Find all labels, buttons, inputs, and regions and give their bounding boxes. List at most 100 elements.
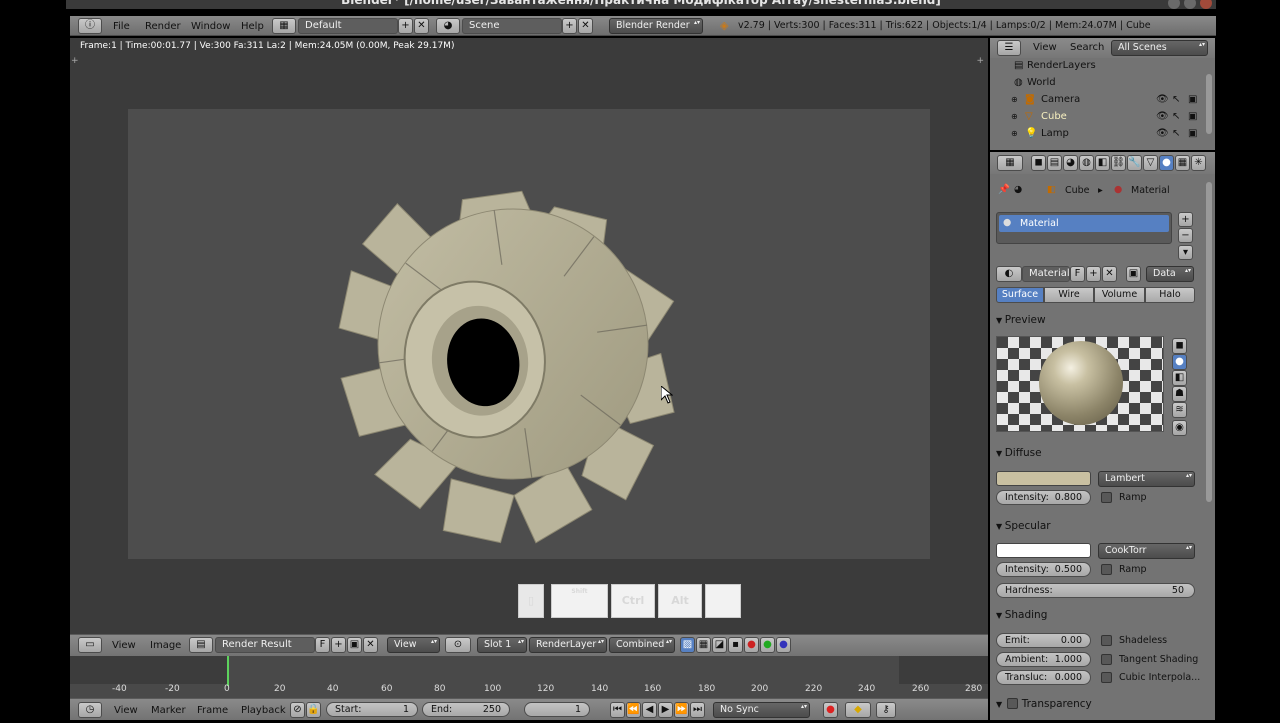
red-channel-icon[interactable]: ● bbox=[744, 637, 759, 653]
scene-tab-icon[interactable]: ◕ bbox=[1063, 155, 1078, 171]
particles-tab-icon[interactable]: ✳ bbox=[1191, 155, 1206, 171]
material-slot-list[interactable]: ● Material bbox=[996, 212, 1172, 244]
new-image-icon[interactable]: + bbox=[331, 637, 346, 653]
preview-world-sphere-icon[interactable]: ◉ bbox=[1172, 420, 1187, 436]
current-frame-marker[interactable] bbox=[227, 656, 229, 686]
start-frame-field[interactable]: Start: 1 bbox=[326, 702, 418, 717]
menu-window[interactable]: Window bbox=[191, 18, 230, 37]
image-name-field[interactable]: Render Result bbox=[215, 637, 315, 653]
insert-keyframe-icon[interactable]: ⚷ bbox=[876, 702, 896, 718]
image-editor[interactable]: Frame:1 | Time:00:01.77 | Ve:300 Fa:311 … bbox=[70, 38, 988, 634]
constraints-tab-icon[interactable]: ⛓ bbox=[1111, 155, 1126, 171]
scene-icon[interactable]: ◕ bbox=[436, 18, 460, 34]
panel-specular-header[interactable]: Specular bbox=[996, 520, 1051, 532]
preview-sphere-icon[interactable]: ● bbox=[1172, 354, 1187, 370]
outliner-scrollbar[interactable] bbox=[1206, 74, 1212, 134]
material-name-field[interactable]: Material bbox=[1022, 266, 1070, 282]
slot-specials-icon[interactable]: ▾ bbox=[1178, 245, 1193, 260]
preview-monkey-icon[interactable]: ☗ bbox=[1172, 386, 1187, 402]
diffuse-shader-dropdown[interactable]: Lambert bbox=[1098, 471, 1195, 487]
visibility-eye-icon[interactable]: 👁 bbox=[1156, 91, 1169, 108]
outliner-item-cube[interactable]: ⊕ ▽ Cube 👁 ↖ ▣ bbox=[990, 108, 1204, 125]
menu-help[interactable]: Help bbox=[241, 18, 264, 37]
screen-layout-field[interactable]: Default bbox=[298, 18, 398, 34]
select-arrow-icon[interactable]: ↖ bbox=[1172, 125, 1180, 142]
slot-dropdown[interactable]: Slot 1 bbox=[477, 637, 527, 653]
jump-end-icon[interactable]: ⏭ bbox=[690, 702, 705, 718]
pin-icon[interactable]: 📌 bbox=[998, 184, 1010, 195]
copy-material-icon[interactable]: ▣ bbox=[1126, 266, 1141, 282]
visibility-eye-icon[interactable]: 👁 bbox=[1156, 125, 1169, 142]
select-arrow-icon[interactable]: ↖ bbox=[1172, 91, 1180, 108]
tab-halo[interactable]: Halo bbox=[1145, 287, 1195, 303]
menu-search[interactable]: Search bbox=[1070, 39, 1104, 59]
add-layout-icon[interactable]: + bbox=[398, 18, 413, 34]
preview-cube-icon[interactable]: ◧ bbox=[1172, 370, 1187, 386]
keying-set-icon[interactable]: ◆ bbox=[845, 702, 871, 718]
render-engine-dropdown[interactable]: Blender Render bbox=[609, 18, 703, 34]
open-image-icon[interactable]: ▣ bbox=[347, 637, 362, 653]
editor-type-icon-properties[interactable]: ▦ bbox=[997, 155, 1023, 171]
tab-surface[interactable]: Surface bbox=[996, 287, 1044, 303]
green-channel-icon[interactable]: ● bbox=[760, 637, 775, 653]
editor-type-icon[interactable]: ⓘ bbox=[78, 18, 102, 34]
outliner-item-camera[interactable]: ⊕ ◙ Camera 👁 ↖ ▣ bbox=[990, 91, 1204, 108]
outliner-filter-dropdown[interactable]: All Scenes bbox=[1111, 40, 1208, 56]
tab-volume[interactable]: Volume bbox=[1094, 287, 1145, 303]
object-tab-icon[interactable]: ◧ bbox=[1095, 155, 1110, 171]
menu-render[interactable]: Render bbox=[145, 18, 181, 37]
view-mode-dropdown[interactable]: View bbox=[387, 637, 440, 653]
outliner-item-renderlayers[interactable]: ▤ RenderLayers bbox=[990, 57, 1204, 74]
panel-diffuse-header[interactable]: Diffuse bbox=[996, 447, 1042, 459]
pivot-icon[interactable]: ⊙ bbox=[445, 637, 471, 653]
remove-slot-icon[interactable]: − bbox=[1178, 228, 1193, 243]
translucency-slider[interactable]: Transluc: 0.000 bbox=[996, 670, 1091, 685]
add-scene-icon[interactable]: + bbox=[562, 18, 577, 34]
render-camera-icon[interactable]: ▣ bbox=[1188, 91, 1197, 108]
timeline-area[interactable]: -40 -20 0 20 40 60 80 100 120 140 160 18… bbox=[70, 656, 988, 698]
fake-user-button[interactable]: F bbox=[315, 637, 330, 653]
unlink-material-icon[interactable]: ✕ bbox=[1102, 266, 1117, 282]
cubic-interpolation-checkbox[interactable] bbox=[1101, 672, 1112, 683]
specular-intensity-slider[interactable]: Intensity: 0.500 bbox=[996, 562, 1091, 577]
render-layer-dropdown[interactable]: RenderLayer bbox=[529, 637, 607, 653]
expand-icon[interactable]: ⊕ bbox=[1011, 125, 1018, 142]
material-slot-item[interactable]: ● Material bbox=[999, 215, 1169, 232]
panel-preview-header[interactable]: Preview bbox=[996, 314, 1046, 326]
menu-image[interactable]: Image bbox=[150, 637, 181, 658]
menu-file[interactable]: File bbox=[113, 18, 130, 37]
preview-hair-icon[interactable]: ≋ bbox=[1172, 402, 1187, 418]
draw-alpha-icon[interactable]: ◪ bbox=[712, 637, 727, 653]
editor-type-icon-outliner[interactable]: ☰ bbox=[997, 40, 1021, 56]
data-tab-icon[interactable]: ▽ bbox=[1143, 155, 1158, 171]
blue-channel-icon[interactable]: ● bbox=[776, 637, 791, 653]
world-tab-icon[interactable]: ◍ bbox=[1079, 155, 1094, 171]
draw-zbuffer-icon[interactable]: ▪ bbox=[728, 637, 743, 653]
specular-ramp-checkbox[interactable] bbox=[1101, 564, 1112, 575]
specular-shader-dropdown[interactable]: CookTorr bbox=[1098, 543, 1195, 559]
preview-range-icon[interactable]: ⊘ bbox=[290, 702, 305, 718]
play-icon[interactable]: ▶ bbox=[658, 702, 673, 718]
diffuse-color-swatch[interactable] bbox=[996, 471, 1091, 486]
menu-view-outliner[interactable]: View bbox=[1033, 39, 1057, 59]
tab-wire[interactable]: Wire bbox=[1044, 287, 1094, 303]
expand-icon[interactable]: ⊕ bbox=[1011, 108, 1018, 125]
region-toggle-icon-right[interactable]: + bbox=[976, 56, 984, 66]
outliner-item-lamp[interactable]: ⊕ 💡 Lamp 👁 ↖ ▣ bbox=[990, 125, 1204, 142]
visibility-eye-icon[interactable]: 👁 bbox=[1156, 108, 1169, 125]
render-camera-icon[interactable]: ▣ bbox=[1188, 108, 1197, 125]
outliner-item-world[interactable]: ◍ World bbox=[990, 74, 1204, 91]
tangent-shading-checkbox[interactable] bbox=[1101, 654, 1112, 665]
add-slot-icon[interactable]: + bbox=[1178, 212, 1193, 227]
texture-tab-icon[interactable]: ▦ bbox=[1175, 155, 1190, 171]
specular-color-swatch[interactable] bbox=[996, 543, 1091, 558]
material-tab-icon[interactable]: ● bbox=[1159, 155, 1174, 171]
remove-scene-icon[interactable]: ✕ bbox=[578, 18, 593, 34]
sync-mode-dropdown[interactable]: No Sync bbox=[713, 702, 810, 718]
draw-rgb-icon[interactable]: ▦ bbox=[696, 637, 711, 653]
editor-type-icon-image[interactable]: ▭ bbox=[78, 637, 102, 653]
render-tab-icon[interactable]: ◼ bbox=[1031, 155, 1046, 171]
diffuse-ramp-checkbox[interactable] bbox=[1101, 492, 1112, 503]
modifiers-tab-icon[interactable]: 🔧 bbox=[1127, 155, 1142, 171]
image-browse-icon[interactable]: ▤ bbox=[189, 637, 213, 653]
